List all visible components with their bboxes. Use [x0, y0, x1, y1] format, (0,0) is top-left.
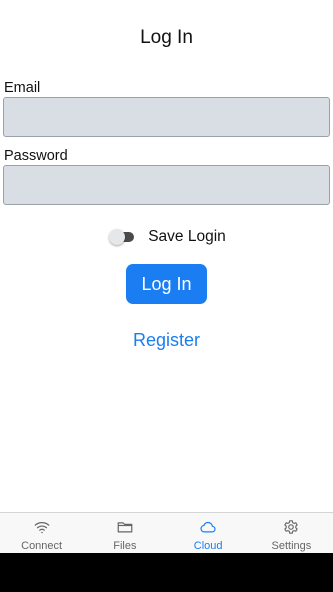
wifi-icon	[34, 521, 49, 534]
tab-label: Cloud	[193, 540, 223, 552]
password-field[interactable]	[3, 165, 330, 205]
save-login-row: Save Login	[0, 226, 333, 248]
email-field[interactable]	[3, 97, 330, 137]
register-link[interactable]: Register	[0, 330, 333, 351]
tab-label: Settings	[271, 540, 312, 552]
email-label: Email	[4, 80, 41, 96]
password-label: Password	[4, 148, 68, 164]
tab-settings[interactable]: Settings	[250, 513, 333, 553]
save-login-toggle[interactable]	[109, 229, 136, 245]
bottom-tab-bar: Connect Files Cloud Settings	[0, 512, 333, 553]
page-title: Log In	[140, 27, 193, 48]
login-screen: Log In Email Password Save Login Log In …	[0, 0, 333, 592]
cloud-icon	[200, 521, 216, 533]
toggle-knob	[109, 229, 126, 245]
system-navigation-bar	[0, 553, 333, 592]
save-login-label: Save Login	[148, 228, 226, 245]
tab-label: Connect	[21, 540, 63, 552]
folder-icon	[117, 522, 133, 533]
tab-files[interactable]: Files	[83, 513, 166, 553]
tab-cloud[interactable]: Cloud	[167, 513, 250, 553]
tab-label: Files	[113, 540, 137, 552]
login-button[interactable]: Log In	[126, 264, 207, 304]
tab-connect[interactable]: Connect	[0, 513, 83, 553]
gear-icon	[284, 520, 299, 534]
